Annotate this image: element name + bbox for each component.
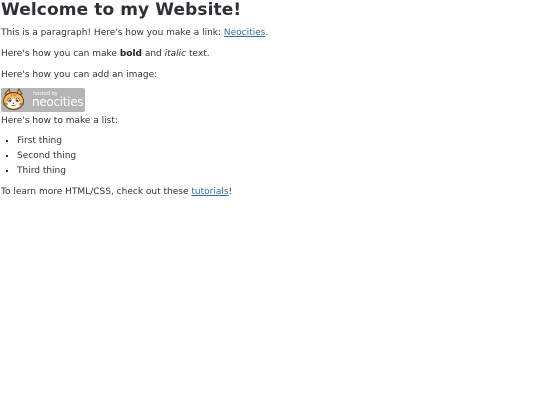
formatting-text-1: Here's how you can make xyxy=(1,49,120,59)
italic-text: italic xyxy=(164,49,187,59)
paragraph-list: Here's how to make a list: xyxy=(1,116,118,126)
tutorials-text: To learn more HTML/CSS, check out these xyxy=(1,187,192,197)
paragraph-formatting: Here's how you can make bold and italic … xyxy=(1,48,540,60)
tutorials-tail: ! xyxy=(228,187,233,197)
paragraph-link-text: This is a paragraph! Here's how you make… xyxy=(1,28,224,38)
list-item: Second thing xyxy=(17,150,540,162)
paragraph-image: Here's how you can add an image: xyxy=(1,70,158,80)
paragraph-link-tail: . xyxy=(265,28,269,38)
tutorials-link[interactable]: tutorials xyxy=(191,187,228,197)
list-item: Third thing xyxy=(17,165,540,177)
list-item: First thing xyxy=(17,135,540,147)
formatting-text-3: text. xyxy=(186,49,210,59)
hosted-by-neocities-badge: hosted by neocities xyxy=(1,88,85,112)
page: Welcome to my Website! This is a paragra… xyxy=(0,0,540,405)
page-title: Welcome to my Website! xyxy=(1,0,242,20)
formatting-text-2: and xyxy=(141,49,165,59)
bullet-list: First thing Second thing Third thing xyxy=(1,135,540,177)
paragraph-link: This is a paragraph! Here's how you make… xyxy=(1,27,540,39)
neocities-cat-icon xyxy=(2,88,25,110)
badge-main-text: neocities xyxy=(32,95,84,109)
paragraph-tutorials: To learn more HTML/CSS, check out these … xyxy=(1,186,540,198)
bold-text: bold xyxy=(119,49,142,59)
neocities-link[interactable]: Neocities xyxy=(224,28,265,38)
